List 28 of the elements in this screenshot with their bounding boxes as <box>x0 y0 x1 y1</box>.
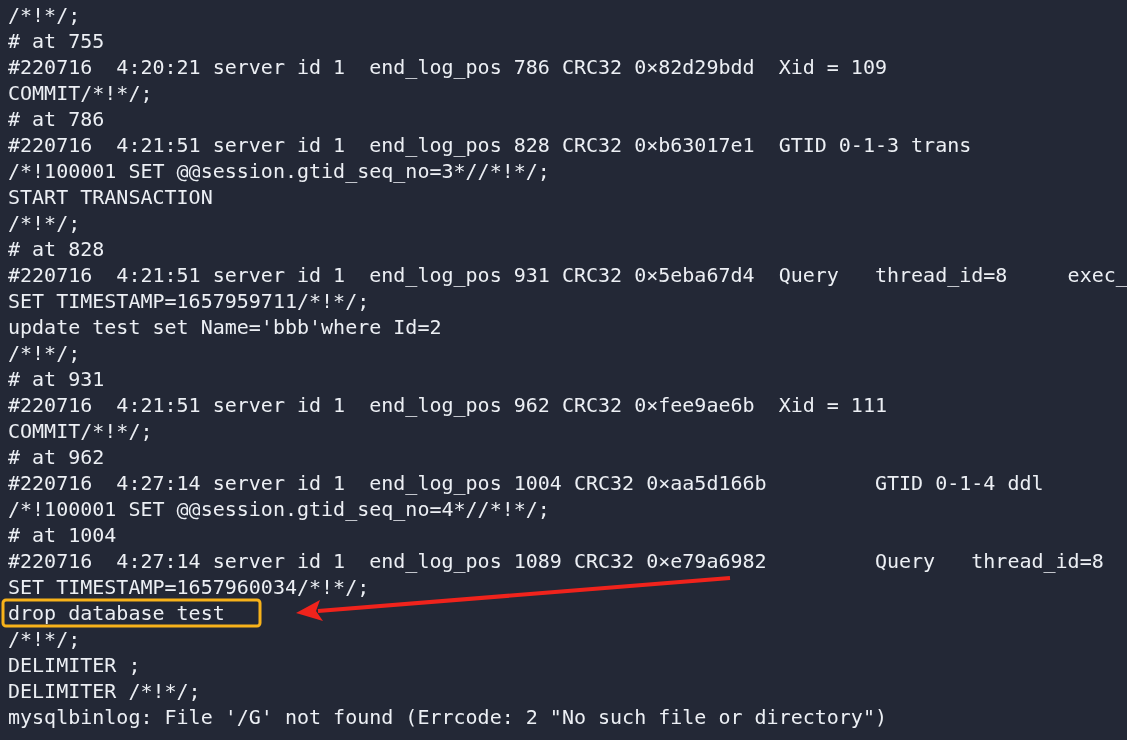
terminal-line: # at 931 <box>8 367 105 391</box>
terminal-line: START TRANSACTION <box>8 185 213 209</box>
terminal-line: drop database test <box>8 601 225 625</box>
terminal-line: # at 828 <box>8 237 105 261</box>
terminal-line: mysqlbinlog: File '/G' not found (Errcode: 2 "No such file or directory") <box>8 705 887 729</box>
terminal-line: # at 786 <box>8 107 105 131</box>
terminal-line: DELIMITER /*!*/; <box>8 679 201 703</box>
terminal-line: /*!100001 SET @@session.gtid_seq_no=4*//*!*/; <box>8 497 550 521</box>
terminal-line: DELIMITER ; <box>8 653 141 677</box>
terminal-line: update test set Name='bbb'where Id=2 <box>8 315 442 339</box>
terminal-line: #220716 4:27:14 server id 1 end_log_pos 1004 CRC32 0×aa5d166b GTID 0-1-4 ddl <box>8 471 1044 495</box>
terminal-line: /*!*/; <box>8 627 81 651</box>
terminal-line: #220716 4:27:14 server id 1 end_log_pos 1089 CRC32 0×e79a6982 Query thread_id=8 <box>8 549 1104 573</box>
terminal-line: #220716 4:21:51 server id 1 end_log_pos 828 CRC32 0×b63017e1 GTID 0-1-3 trans <box>8 133 972 157</box>
terminal-line: # at 755 <box>8 29 105 53</box>
terminal-line: /*!*/; <box>8 341 81 365</box>
terminal-line: /*!100001 SET @@session.gtid_seq_no=3*//*!*/; <box>8 159 550 183</box>
terminal-line: /*!*/; <box>8 211 81 235</box>
terminal-line: # at 1004 <box>8 523 117 547</box>
terminal-line: SET TIMESTAMP=1657960034/*!*/; <box>8 575 370 599</box>
terminal-line: #220716 4:21:51 server id 1 end_log_pos 931 CRC32 0×5eba67d4 Query thread_id=8 exec_ <box>8 263 1127 287</box>
terminal-line: SET TIMESTAMP=1657959711/*!*/; <box>8 289 370 313</box>
terminal-line: COMMIT/*!*/; <box>8 419 153 443</box>
terminal-line: /*!*/; <box>8 3 81 27</box>
terminal-line: COMMIT/*!*/; <box>8 81 153 105</box>
terminal-line: # at 962 <box>8 445 105 469</box>
terminal-line: #220716 4:21:51 server id 1 end_log_pos 962 CRC32 0×fee9ae6b Xid = 111 <box>8 393 887 417</box>
terminal-line: #220716 4:20:21 server id 1 end_log_pos 786 CRC32 0×82d29bdd Xid = 109 <box>8 55 887 79</box>
